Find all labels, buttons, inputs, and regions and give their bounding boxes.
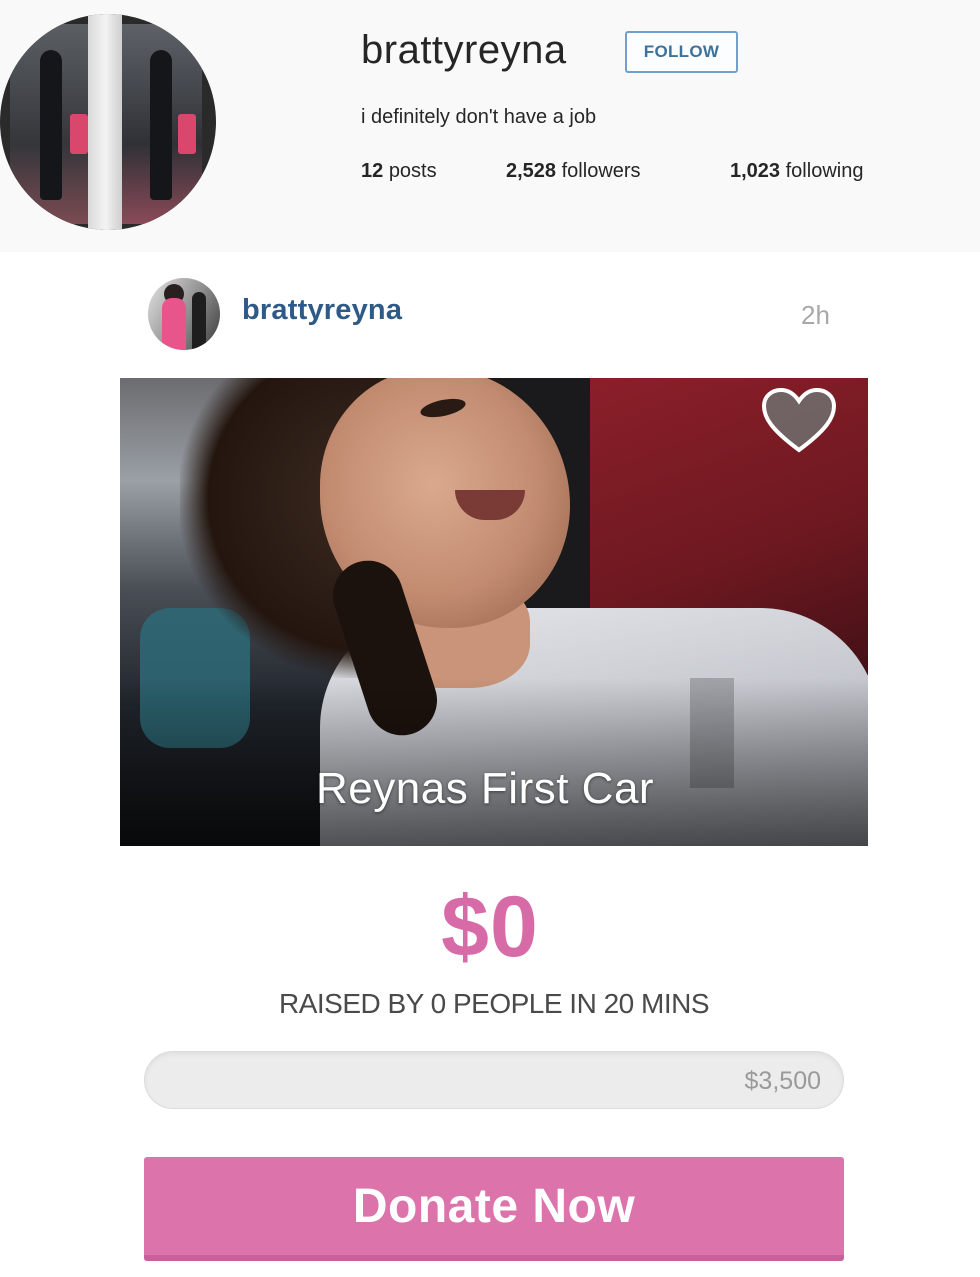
stat-followers-count: 2,528 — [506, 160, 557, 182]
post-timestamp: 2h — [801, 300, 830, 330]
profile-avatar[interactable] — [0, 14, 216, 230]
stat-following-count: 1,023 — [730, 160, 781, 182]
donate-button[interactable]: Donate Now — [144, 1157, 844, 1261]
fundraising-progress-bar: $3,500 — [144, 1051, 844, 1109]
post-username[interactable]: brattyreyna — [242, 294, 402, 327]
profile-header: brattyreyna FOLLOW i definitely don't ha… — [0, 0, 980, 252]
stat-following[interactable]: 1,023 following — [730, 160, 863, 183]
goal-amount: $3,500 — [744, 1067, 821, 1095]
stat-posts[interactable]: 12 posts — [361, 160, 437, 183]
stat-posts-label: posts — [388, 160, 437, 182]
stat-followers-label: followers — [561, 160, 641, 182]
stat-followers[interactable]: 2,528 followers — [506, 160, 641, 183]
post-avatar[interactable] — [148, 278, 220, 350]
profile-username: brattyreyna — [361, 28, 567, 72]
stat-posts-count: 12 — [361, 160, 384, 182]
raised-amount: $0 — [441, 879, 539, 975]
heart-icon[interactable] — [762, 388, 836, 454]
follow-button[interactable]: FOLLOW — [625, 31, 738, 73]
stat-following-label: following — [785, 160, 864, 182]
raised-caption: RAISED BY 0 PEOPLE IN 20 MINS — [278, 988, 710, 1019]
campaign-title: Reynas First Car — [316, 764, 655, 813]
profile-bio: i definitely don't have a job — [361, 106, 597, 128]
